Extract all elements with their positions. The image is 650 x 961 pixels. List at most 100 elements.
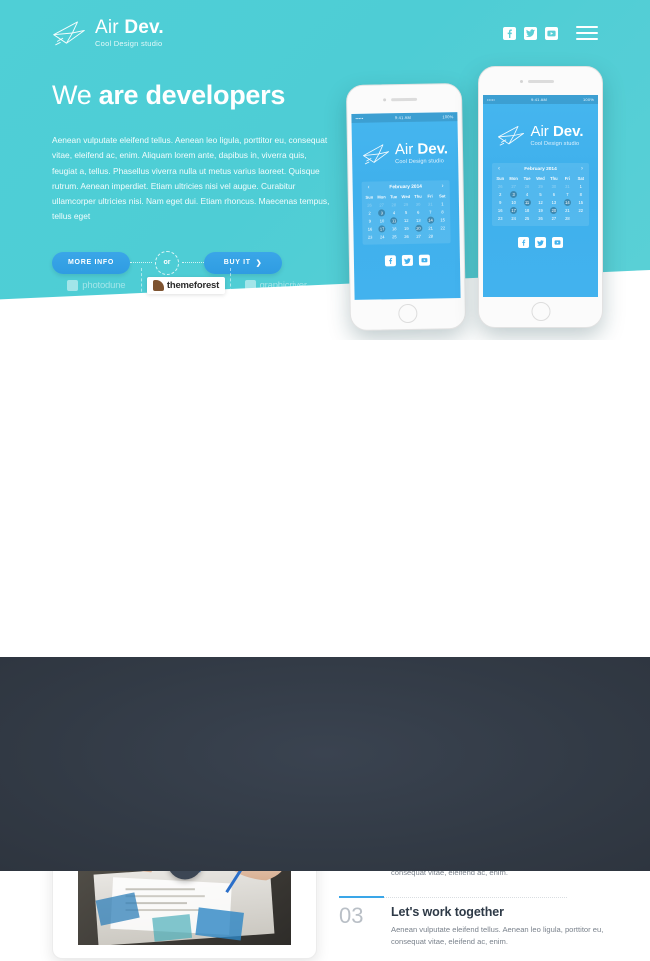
top-header-bar: Air Dev. Cool Design studio bbox=[0, 0, 650, 66]
hamburger-menu-icon[interactable] bbox=[576, 25, 598, 41]
calendar-day[interactable]: 4 bbox=[521, 191, 533, 198]
calendar-day[interactable]: 8 bbox=[437, 208, 448, 215]
calendar-day[interactable]: 20 bbox=[413, 224, 424, 232]
facebook-icon[interactable] bbox=[503, 26, 516, 40]
calendar-day[interactable]: 27 bbox=[413, 233, 424, 240]
calendar-widget-front[interactable]: ‹ February 2014 › Sun Mon Tue Wed Thu Fri Sat 2… bbox=[492, 163, 589, 226]
calendar-day-prev-month[interactable]: 26 bbox=[364, 202, 375, 209]
calendar-day-prev-month[interactable]: 30 bbox=[412, 201, 423, 208]
calendar-day[interactable]: 24 bbox=[507, 215, 519, 222]
chevron-right-icon[interactable]: › bbox=[581, 166, 583, 172]
calendar-day[interactable]: 13 bbox=[548, 199, 560, 206]
calendar-day[interactable]: 19 bbox=[401, 225, 412, 232]
header-actions bbox=[503, 25, 598, 41]
status-battery: 100% bbox=[442, 114, 454, 120]
facebook-icon[interactable] bbox=[518, 237, 529, 248]
calendar-day[interactable]: 28 bbox=[425, 232, 436, 239]
chevron-left-icon[interactable]: ‹ bbox=[498, 166, 500, 172]
calendar-day[interactable]: 26 bbox=[534, 215, 546, 222]
calendar-day[interactable]: 23 bbox=[364, 234, 375, 241]
calendar-day[interactable]: 9 bbox=[364, 218, 375, 225]
calendar-widget-back[interactable]: ‹ February 2014 › Sun Mon Tue Wed Thu Fri Sat 2… bbox=[361, 180, 451, 245]
calendar-day-prev-month[interactable]: 28 bbox=[388, 201, 399, 208]
youtube-icon[interactable] bbox=[418, 254, 430, 266]
calendar-day[interactable]: 1 bbox=[575, 183, 587, 190]
calendar-day-prev-month[interactable]: 29 bbox=[534, 183, 546, 190]
calendar-day-prev-month[interactable]: 27 bbox=[376, 201, 387, 208]
calendar-day[interactable]: 9 bbox=[494, 199, 506, 206]
calendar-day[interactable]: 15 bbox=[437, 216, 448, 223]
calendar-day[interactable]: 14 bbox=[561, 199, 573, 206]
twitter-icon[interactable] bbox=[524, 26, 537, 40]
status-bar: ••••• 9:41 AM 100% bbox=[483, 95, 598, 104]
calendar-day-prev-month[interactable]: 31 bbox=[425, 200, 436, 207]
calendar-day[interactable]: 2 bbox=[364, 210, 375, 217]
calendar-day[interactable]: 6 bbox=[413, 209, 424, 216]
chevron-left-icon[interactable]: ‹ bbox=[368, 185, 370, 191]
calendar-day[interactable]: 26 bbox=[401, 233, 412, 240]
calendar-day[interactable]: 19 bbox=[534, 207, 546, 214]
calendar-day[interactable]: 11 bbox=[388, 217, 399, 225]
calendar-day[interactable]: 14 bbox=[425, 216, 436, 224]
calendar-month: February 2014 bbox=[524, 166, 557, 172]
logo-graphicriver[interactable]: graphicriver bbox=[230, 268, 320, 302]
calendar-day[interactable]: 20 bbox=[548, 207, 560, 214]
calendar-day[interactable]: 23 bbox=[494, 215, 506, 222]
calendar-day[interactable]: 5 bbox=[400, 209, 411, 216]
calendar-day-prev-month[interactable]: 26 bbox=[494, 183, 506, 190]
calendar-day[interactable]: 13 bbox=[413, 217, 424, 224]
calendar-day[interactable]: 18 bbox=[389, 225, 400, 232]
calendar-day-prev-month[interactable]: 27 bbox=[507, 183, 519, 190]
calendar-day[interactable]: 1 bbox=[437, 200, 448, 207]
calendar-day[interactable]: 25 bbox=[389, 233, 400, 240]
calendar-day[interactable]: 18 bbox=[521, 207, 533, 214]
calendar-day-prev-month[interactable]: 29 bbox=[400, 201, 411, 208]
chevron-right-icon[interactable]: › bbox=[442, 183, 444, 189]
calendar-dow: Wed bbox=[536, 176, 545, 181]
logo-themeforest[interactable]: themeforest bbox=[140, 268, 231, 302]
youtube-icon[interactable] bbox=[552, 237, 563, 248]
calendar-day[interactable]: 8 bbox=[575, 191, 587, 198]
twitter-icon[interactable] bbox=[401, 254, 413, 267]
calendar-day[interactable]: 25 bbox=[521, 215, 533, 222]
calendar-day[interactable]: 7 bbox=[425, 208, 436, 215]
calendar-day[interactable]: 24 bbox=[377, 233, 388, 240]
calendar-day[interactable]: 17 bbox=[376, 225, 387, 233]
calendar-day[interactable]: 5 bbox=[534, 191, 546, 198]
calendar-day[interactable]: 7 bbox=[561, 191, 573, 198]
calendar-day-prev-month[interactable]: 31 bbox=[561, 183, 573, 190]
calendar-day[interactable]: 16 bbox=[364, 226, 375, 233]
logo-photodune[interactable]: photodune bbox=[52, 268, 141, 302]
calendar-day[interactable]: 12 bbox=[401, 217, 412, 224]
calendar-day-prev-month[interactable]: 28 bbox=[521, 183, 533, 190]
calendar-day[interactable]: 22 bbox=[575, 207, 587, 214]
brand-logo[interactable]: Air Dev. Cool Design studio bbox=[52, 18, 164, 48]
facebook-icon[interactable] bbox=[384, 255, 396, 267]
calendar-day[interactable]: 2 bbox=[494, 191, 506, 198]
calendar-day[interactable]: 17 bbox=[507, 207, 519, 214]
calendar-day[interactable]: 3 bbox=[376, 209, 387, 217]
youtube-icon[interactable] bbox=[545, 26, 558, 40]
calendar-day[interactable]: 3 bbox=[507, 191, 519, 198]
calendar-day[interactable]: 21 bbox=[425, 224, 436, 231]
earpiece-speaker bbox=[391, 97, 418, 102]
calendar-day-prev-month[interactable]: 30 bbox=[548, 183, 560, 190]
calendar-day[interactable]: 11 bbox=[521, 199, 533, 206]
calendar-day[interactable]: 6 bbox=[548, 191, 560, 198]
calendar-day[interactable]: 22 bbox=[437, 224, 448, 231]
calendar-day[interactable]: 15 bbox=[575, 199, 587, 206]
home-button[interactable] bbox=[398, 303, 418, 324]
chevron-right-icon: ❯ bbox=[255, 259, 263, 267]
calendar-day[interactable]: 4 bbox=[388, 209, 399, 216]
calendar-day[interactable]: 27 bbox=[548, 215, 560, 222]
calendar-day[interactable]: 10 bbox=[376, 217, 387, 224]
front-camera-icon bbox=[519, 80, 523, 83]
calendar-day[interactable]: 10 bbox=[507, 199, 519, 206]
phone-screen-front: ••••• 9:41 AM 100% Air Dev. Cool Design … bbox=[483, 95, 598, 297]
twitter-icon[interactable] bbox=[535, 237, 546, 248]
calendar-day[interactable]: 28 bbox=[561, 215, 573, 222]
calendar-day[interactable]: 21 bbox=[561, 207, 573, 214]
calendar-day[interactable]: 12 bbox=[534, 199, 546, 206]
home-button[interactable] bbox=[531, 302, 550, 321]
calendar-day[interactable]: 16 bbox=[494, 207, 506, 214]
